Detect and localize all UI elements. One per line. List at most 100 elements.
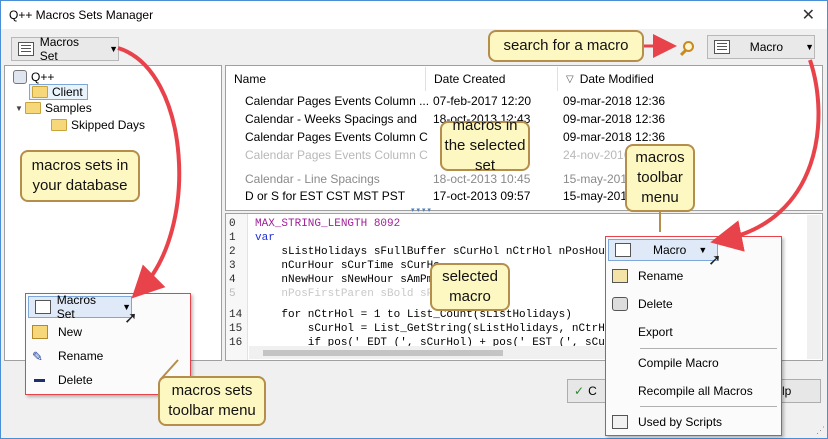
- menu-item-recompile-all[interactable]: Recompile all Macros: [606, 379, 781, 403]
- search-icon[interactable]: [677, 39, 697, 59]
- macro-menu: Macro ▼ Rename Delete Export Compile Mac…: [605, 236, 782, 436]
- line-number: 2: [229, 246, 236, 258]
- close-icon[interactable]: ✕: [802, 5, 815, 25]
- menu-item-label: Recompile all Macros: [638, 384, 753, 398]
- mouse-pointer-icon: ➚: [708, 252, 722, 269]
- pencil-icon: ✎: [32, 349, 43, 364]
- menu-separator: [640, 406, 777, 407]
- callout-macros-toolbar: macros toolbar menu: [625, 144, 695, 212]
- trash-icon: [612, 297, 628, 311]
- macro-menu-header[interactable]: Macro ▼: [608, 239, 718, 261]
- help-button-label: lp: [782, 384, 792, 398]
- callout-macros-in-set: macros in the selected set: [440, 117, 530, 174]
- cell-name: D or S for EST CST MST PST: [245, 189, 406, 203]
- line-number: 1: [229, 232, 236, 244]
- chevron-down-icon: ▼: [805, 42, 814, 52]
- cell-name: Calendar Pages Events Column ...: [245, 94, 430, 108]
- line-number: 0: [229, 218, 236, 230]
- menu-item-label: New: [58, 325, 83, 339]
- cell-name: Calendar Pages Events Column C: [245, 130, 428, 144]
- menu-item-used-by-scripts[interactable]: Used by Scripts: [606, 410, 781, 434]
- cell-name: Calendar - Line Spacings: [245, 172, 380, 186]
- mouse-pointer-icon: ➚: [124, 310, 138, 327]
- menu-item-label: Rename: [58, 349, 104, 363]
- minus-icon: [32, 373, 48, 387]
- column-header-date-modified[interactable]: ▽ Date Modified: [558, 67, 668, 91]
- line-number: 3: [229, 260, 236, 272]
- macros-set-button-label: Macros Set: [39, 35, 80, 63]
- menu-header-label: Macros Set: [56, 293, 97, 321]
- sort-descending-icon: ▽: [566, 73, 574, 85]
- horizontal-scrollbar-thumb[interactable]: [263, 350, 503, 356]
- new-folder-icon: [32, 325, 48, 339]
- callout-selected-macro: selected macro: [430, 263, 510, 311]
- macro-icon: [714, 40, 730, 54]
- menu-item-compile-macro[interactable]: Compile Macro: [606, 351, 781, 375]
- horizontal-scrollbar[interactable]: [249, 346, 605, 359]
- cell-created: 17-oct-2013 09:57: [433, 189, 531, 203]
- menu-item-label: Export: [638, 325, 673, 339]
- help-button[interactable]: lp: [777, 379, 821, 403]
- blank-icon: [612, 384, 628, 398]
- menu-item-label: Delete: [58, 373, 93, 387]
- blank-icon: [612, 356, 628, 370]
- table-row[interactable]: Calendar Pages Events Column ... 07-feb-…: [245, 94, 703, 112]
- resize-grip-icon[interactable]: ⋰: [816, 425, 825, 436]
- macros-set-menu-header[interactable]: Macros Set ▼: [28, 293, 132, 321]
- line-number: 15: [229, 323, 243, 335]
- line-number: 16: [229, 337, 243, 349]
- column-header-date-created[interactable]: Date Created: [426, 67, 558, 91]
- callout-sets-db: macros sets in your database: [20, 150, 140, 202]
- chevron-down-icon: ▼: [698, 245, 708, 255]
- tree-root-label: Q++: [31, 70, 55, 84]
- code-line: sListHolidays sFullBuffer sCurHol nCtrHo…: [255, 246, 612, 258]
- code-line: nNewHour sNewHour sAmPm s: [255, 274, 447, 286]
- code-line: MAX_STRING_LENGTH 8092: [255, 218, 400, 230]
- export-icon: [612, 325, 628, 339]
- code-line: sCurHol = List_GetString(sListHolidays, …: [255, 323, 625, 335]
- code-text: MAX_STRING_LENGTH 8092: [255, 218, 401, 230]
- code-line: nCurHour sCurTime sCurHo: [255, 260, 440, 272]
- menu-header-label: Macro: [653, 243, 687, 257]
- folder-open-icon: [32, 86, 48, 98]
- column-header-label: Date Modified: [579, 72, 654, 86]
- menu-item-delete[interactable]: Delete: [606, 292, 781, 316]
- menu-item-export[interactable]: Export: [606, 320, 781, 344]
- menu-separator: [640, 348, 777, 349]
- tree-item-label: Skipped Days: [71, 118, 146, 132]
- menu-item-rename[interactable]: ✎ Rename: [26, 344, 190, 368]
- macros-set-icon: [35, 300, 51, 314]
- database-icon: [13, 70, 27, 84]
- cell-name: Calendar - Weeks Spacings and: [245, 112, 417, 126]
- cell-name: Calendar Pages Events Column C: [245, 148, 428, 162]
- macro-icon: [615, 243, 631, 257]
- menu-item-rename[interactable]: Rename: [606, 264, 781, 288]
- code-line: nPosFirstParen sBold sPla: [255, 288, 447, 300]
- macros-set-toolbar-button[interactable]: Macros Set ▼: [11, 35, 119, 63]
- macro-toolbar-button[interactable]: Macro ▼: [707, 35, 815, 59]
- code-line: for nCtrHol = 1 to List_Count(sListHolid…: [255, 309, 572, 321]
- tree-item-skipped-days[interactable]: Skipped Days: [51, 118, 145, 132]
- column-header-name[interactable]: Name: [226, 67, 426, 91]
- macros-set-icon: [18, 42, 34, 56]
- callout-sets-toolbar: macros sets toolbar menu: [158, 376, 266, 426]
- menu-item-new[interactable]: New: [26, 320, 190, 344]
- folder-icon: [51, 119, 67, 131]
- cell-created: 07-feb-2017 12:20: [433, 94, 532, 108]
- line-number: 14: [229, 309, 243, 321]
- tree-item-label: Samples: [45, 101, 92, 115]
- macro-button-label: Macro: [749, 40, 784, 54]
- vertical-scrollbar[interactable]: [807, 215, 821, 359]
- tree-root[interactable]: Q++: [13, 70, 54, 84]
- title-bar: Q++ Macros Sets Manager ✕: [1, 1, 827, 29]
- expand-chevron-icon: ▼: [15, 103, 23, 113]
- folder-icon: [25, 102, 41, 114]
- menu-item-label: Used by Scripts: [638, 415, 723, 429]
- tree-item-label: Client: [52, 85, 83, 99]
- rename-icon: [612, 269, 628, 283]
- tree-item-samples[interactable]: ▼ Samples: [15, 101, 92, 115]
- menu-item-label: Delete: [638, 297, 673, 311]
- window-title: Q++ Macros Sets Manager: [9, 8, 154, 22]
- code-line: var: [255, 232, 275, 244]
- tree-item-client[interactable]: Client: [29, 84, 88, 100]
